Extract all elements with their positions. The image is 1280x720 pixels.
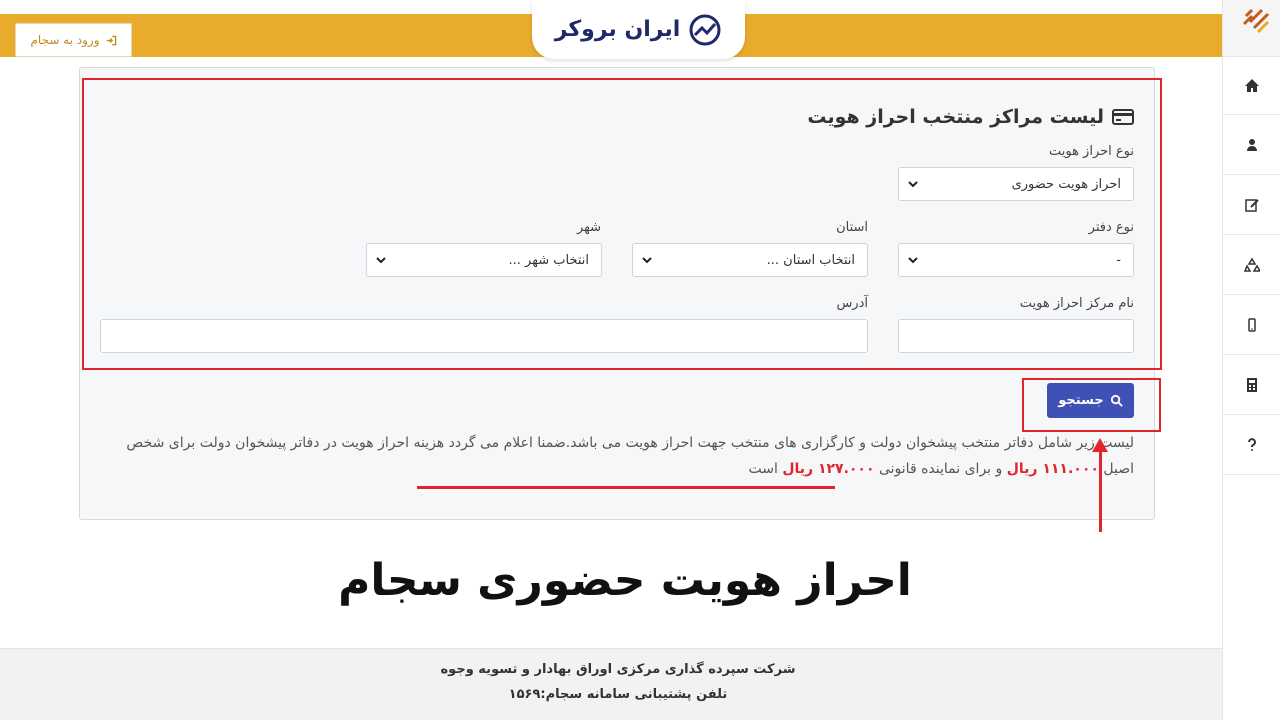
principal-fee: ۱۱۱.۰۰۰ ریال xyxy=(1006,461,1099,477)
trend-chart-icon xyxy=(689,14,721,45)
sign-in-icon xyxy=(106,35,116,45)
city-select[interactable]: انتخاب شهر ... xyxy=(366,243,602,277)
office-type-value: - xyxy=(1116,252,1121,268)
question-icon xyxy=(1248,437,1256,451)
panel-title: لیست مراکز منتخب احراز هویت xyxy=(807,106,1134,128)
footer-support-phone: تلفن پشتیبانی سامانه سجام:۱۵۶۹ xyxy=(508,687,728,702)
fee-underline-mark xyxy=(417,486,835,489)
home-icon xyxy=(1245,78,1259,92)
edit-icon xyxy=(1245,198,1259,212)
province-label: استان xyxy=(836,220,868,235)
user-icon xyxy=(1247,138,1257,151)
chevron-down-icon xyxy=(908,181,918,188)
page-caption: احراز هویت حضوری سجام xyxy=(338,555,912,606)
mobile-icon xyxy=(1248,317,1256,332)
brand-logo-text: ایران بروکر xyxy=(554,17,681,42)
sidebar-item-recycle[interactable] xyxy=(1223,235,1280,295)
annotation-arrow-head xyxy=(1092,438,1108,452)
chevron-down-icon xyxy=(908,257,918,264)
credit-card-icon xyxy=(1112,109,1134,125)
panel-title-text: لیست مراکز منتخب احراز هویت xyxy=(807,106,1104,128)
center-name-input[interactable] xyxy=(898,319,1134,353)
notice-text-3: است xyxy=(748,461,778,477)
office-type-select[interactable]: - xyxy=(898,243,1134,277)
sidebar-item-mobile[interactable] xyxy=(1223,295,1280,355)
province-select[interactable]: انتخاب استان ... xyxy=(632,243,868,277)
stripes-logo-icon xyxy=(1242,8,1270,34)
office-type-label: نوع دفتر xyxy=(1088,220,1134,235)
sidebar-brand-logo[interactable] xyxy=(1223,0,1280,57)
right-sidebar xyxy=(1222,0,1280,720)
search-icon xyxy=(1110,394,1123,407)
auth-type-value: احراز هویت حضوری xyxy=(1011,176,1121,192)
brand-logo[interactable]: ایران بروکر xyxy=(532,0,745,59)
fee-notice: لیست زیر شامل دفاتر منتخب پیشخوان دولت و… xyxy=(100,430,1134,482)
chevron-down-icon xyxy=(376,257,386,264)
sidebar-item-calculator[interactable] xyxy=(1223,355,1280,415)
sidebar-item-profile[interactable] xyxy=(1223,115,1280,175)
sidebar-item-home[interactable] xyxy=(1223,57,1280,115)
auth-type-label: نوع احراز هویت xyxy=(1048,144,1134,159)
sidebar-item-edit[interactable] xyxy=(1223,175,1280,235)
auth-type-select[interactable]: احراز هویت حضوری xyxy=(898,167,1134,201)
representative-fee: ۱۲۷.۰۰۰ ریال xyxy=(782,461,875,477)
footer-company: شرکت سپرده گذاری مرکزی اوراق بهادار و تس… xyxy=(440,662,796,677)
center-name-label: نام مرکز احراز هویت xyxy=(1019,296,1134,311)
city-value: انتخاب شهر ... xyxy=(508,252,589,268)
sajam-login-button[interactable]: ورود به سجام xyxy=(15,23,132,57)
address-label: آدرس xyxy=(836,296,868,311)
calculator-icon xyxy=(1247,377,1257,392)
annotation-arrow xyxy=(1099,450,1102,532)
search-button-label: جستجو xyxy=(1058,393,1104,408)
sidebar-item-help[interactable] xyxy=(1223,415,1280,475)
province-value: انتخاب استان ... xyxy=(766,252,855,268)
footer: شرکت سپرده گذاری مرکزی اوراق بهادار و تس… xyxy=(0,648,1222,720)
chevron-down-icon xyxy=(642,257,652,264)
login-button-label: ورود به سجام xyxy=(30,33,100,47)
search-button[interactable]: جستجو xyxy=(1047,383,1134,418)
city-label: شهر xyxy=(576,220,601,235)
recycle-icon xyxy=(1244,257,1260,272)
address-input[interactable] xyxy=(100,319,868,353)
notice-text-2: و برای نماینده قانونی xyxy=(878,461,1003,477)
